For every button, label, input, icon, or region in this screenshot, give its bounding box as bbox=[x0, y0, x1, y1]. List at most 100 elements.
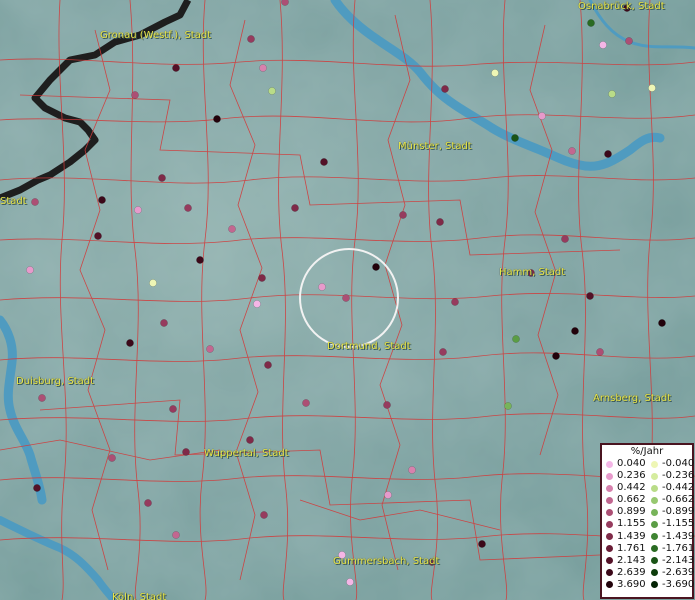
legend-swatch bbox=[651, 472, 658, 480]
station-marker[interactable] bbox=[184, 204, 192, 212]
station-marker[interactable] bbox=[33, 484, 41, 492]
station-marker[interactable] bbox=[158, 174, 166, 182]
station-marker[interactable] bbox=[342, 294, 350, 302]
station-marker[interactable] bbox=[568, 147, 576, 155]
station-marker[interactable] bbox=[478, 540, 486, 548]
station-marker[interactable] bbox=[26, 266, 34, 274]
station-marker[interactable] bbox=[408, 466, 416, 474]
city-label: Wuppertal, Stadt bbox=[204, 448, 289, 459]
station-marker[interactable] bbox=[439, 348, 447, 356]
station-marker[interactable] bbox=[512, 335, 520, 343]
station-marker[interactable] bbox=[441, 85, 449, 93]
station-marker[interactable] bbox=[206, 345, 214, 353]
legend-entry: 0.236 bbox=[602, 470, 647, 482]
legend-swatch bbox=[651, 496, 658, 504]
legend: %/Jahr 0.040 -0.040 0.236 -0.236 0.442 -0.442… bbox=[600, 443, 694, 599]
station-marker[interactable] bbox=[253, 300, 261, 308]
station-marker[interactable] bbox=[302, 399, 310, 407]
legend-entry: -1.761 bbox=[647, 543, 694, 555]
station-marker[interactable] bbox=[264, 361, 272, 369]
station-marker[interactable] bbox=[538, 112, 546, 120]
station-marker[interactable] bbox=[258, 274, 266, 282]
station-marker[interactable] bbox=[399, 211, 407, 219]
legend-entry: -3.690 bbox=[647, 579, 694, 591]
station-marker[interactable] bbox=[436, 218, 444, 226]
legend-entry: -0.236 bbox=[647, 470, 694, 482]
legend-entry: -1.439 bbox=[647, 531, 694, 543]
station-marker[interactable] bbox=[599, 41, 607, 49]
station-marker[interactable] bbox=[511, 134, 519, 142]
city-label: Osnabrück, Stadt bbox=[578, 1, 665, 12]
station-marker[interactable] bbox=[587, 19, 595, 27]
station-marker[interactable] bbox=[228, 225, 236, 233]
station-marker[interactable] bbox=[108, 454, 116, 462]
station-marker[interactable] bbox=[196, 256, 204, 264]
station-marker[interactable] bbox=[625, 37, 633, 45]
legend-row: 0.662 -0.662 bbox=[602, 494, 695, 506]
map-terrain bbox=[0, 0, 695, 600]
legend-row: 1.761 -1.761 bbox=[602, 543, 694, 555]
station-marker[interactable] bbox=[596, 348, 604, 356]
legend-value: 0.662 bbox=[617, 494, 646, 506]
station-marker[interactable] bbox=[658, 319, 666, 327]
station-marker[interactable] bbox=[144, 499, 152, 507]
station-marker[interactable] bbox=[383, 401, 391, 409]
station-marker[interactable] bbox=[247, 35, 255, 43]
station-marker[interactable] bbox=[608, 90, 616, 98]
station-marker[interactable] bbox=[491, 69, 499, 77]
station-marker[interactable] bbox=[281, 0, 289, 6]
legend-entry: -1.155 bbox=[647, 518, 694, 530]
station-marker[interactable] bbox=[213, 115, 221, 123]
legend-value: -0.662 bbox=[662, 494, 695, 506]
city-label: Hamm, Stadt bbox=[499, 267, 566, 278]
station-marker[interactable] bbox=[552, 352, 560, 360]
station-marker[interactable] bbox=[126, 339, 134, 347]
station-marker[interactable] bbox=[246, 436, 254, 444]
station-marker[interactable] bbox=[318, 283, 326, 291]
station-marker[interactable] bbox=[346, 578, 354, 586]
legend-swatch bbox=[651, 557, 658, 565]
station-marker[interactable] bbox=[134, 206, 142, 214]
legend-swatch bbox=[606, 496, 613, 504]
station-marker[interactable] bbox=[604, 150, 612, 158]
station-marker[interactable] bbox=[160, 319, 168, 327]
legend-swatch bbox=[606, 533, 613, 541]
station-marker[interactable] bbox=[451, 298, 459, 306]
station-marker[interactable] bbox=[648, 84, 656, 92]
station-marker[interactable] bbox=[260, 511, 268, 519]
legend-entry: 0.442 bbox=[602, 482, 647, 494]
station-marker[interactable] bbox=[291, 204, 299, 212]
station-marker[interactable] bbox=[586, 292, 594, 300]
station-marker[interactable] bbox=[172, 64, 180, 72]
legend-swatch bbox=[651, 521, 658, 529]
station-marker[interactable] bbox=[320, 158, 328, 166]
legend-entry: 1.761 bbox=[602, 543, 647, 555]
station-marker[interactable] bbox=[384, 491, 392, 499]
legend-swatch bbox=[606, 521, 613, 529]
legend-swatch bbox=[606, 569, 613, 577]
legend-swatch bbox=[606, 472, 613, 480]
map-view[interactable]: Osnabrück, Stadt Gronau (Westf.), Stadt … bbox=[0, 0, 695, 600]
station-marker[interactable] bbox=[31, 198, 39, 206]
station-marker[interactable] bbox=[94, 232, 102, 240]
station-marker[interactable] bbox=[561, 235, 569, 243]
legend-entry: -0.442 bbox=[647, 482, 694, 494]
station-marker[interactable] bbox=[149, 279, 157, 287]
station-marker[interactable] bbox=[169, 405, 177, 413]
station-marker[interactable] bbox=[571, 327, 579, 335]
station-marker[interactable] bbox=[182, 448, 190, 456]
station-marker[interactable] bbox=[38, 394, 46, 402]
legend-value: -2.639 bbox=[662, 566, 695, 578]
station-marker[interactable] bbox=[172, 531, 180, 539]
legend-row: 2.143 -2.143 bbox=[602, 555, 694, 567]
station-marker[interactable] bbox=[98, 196, 106, 204]
legend-value: 1.439 bbox=[617, 530, 646, 542]
station-marker[interactable] bbox=[131, 91, 139, 99]
legend-row: 0.899 -0.899 bbox=[602, 506, 694, 518]
legend-swatch bbox=[606, 581, 613, 589]
station-marker[interactable] bbox=[372, 263, 380, 271]
city-label: Münster, Stadt bbox=[398, 141, 472, 152]
station-marker[interactable] bbox=[504, 402, 512, 410]
station-marker[interactable] bbox=[259, 64, 267, 72]
station-marker[interactable] bbox=[268, 87, 276, 95]
